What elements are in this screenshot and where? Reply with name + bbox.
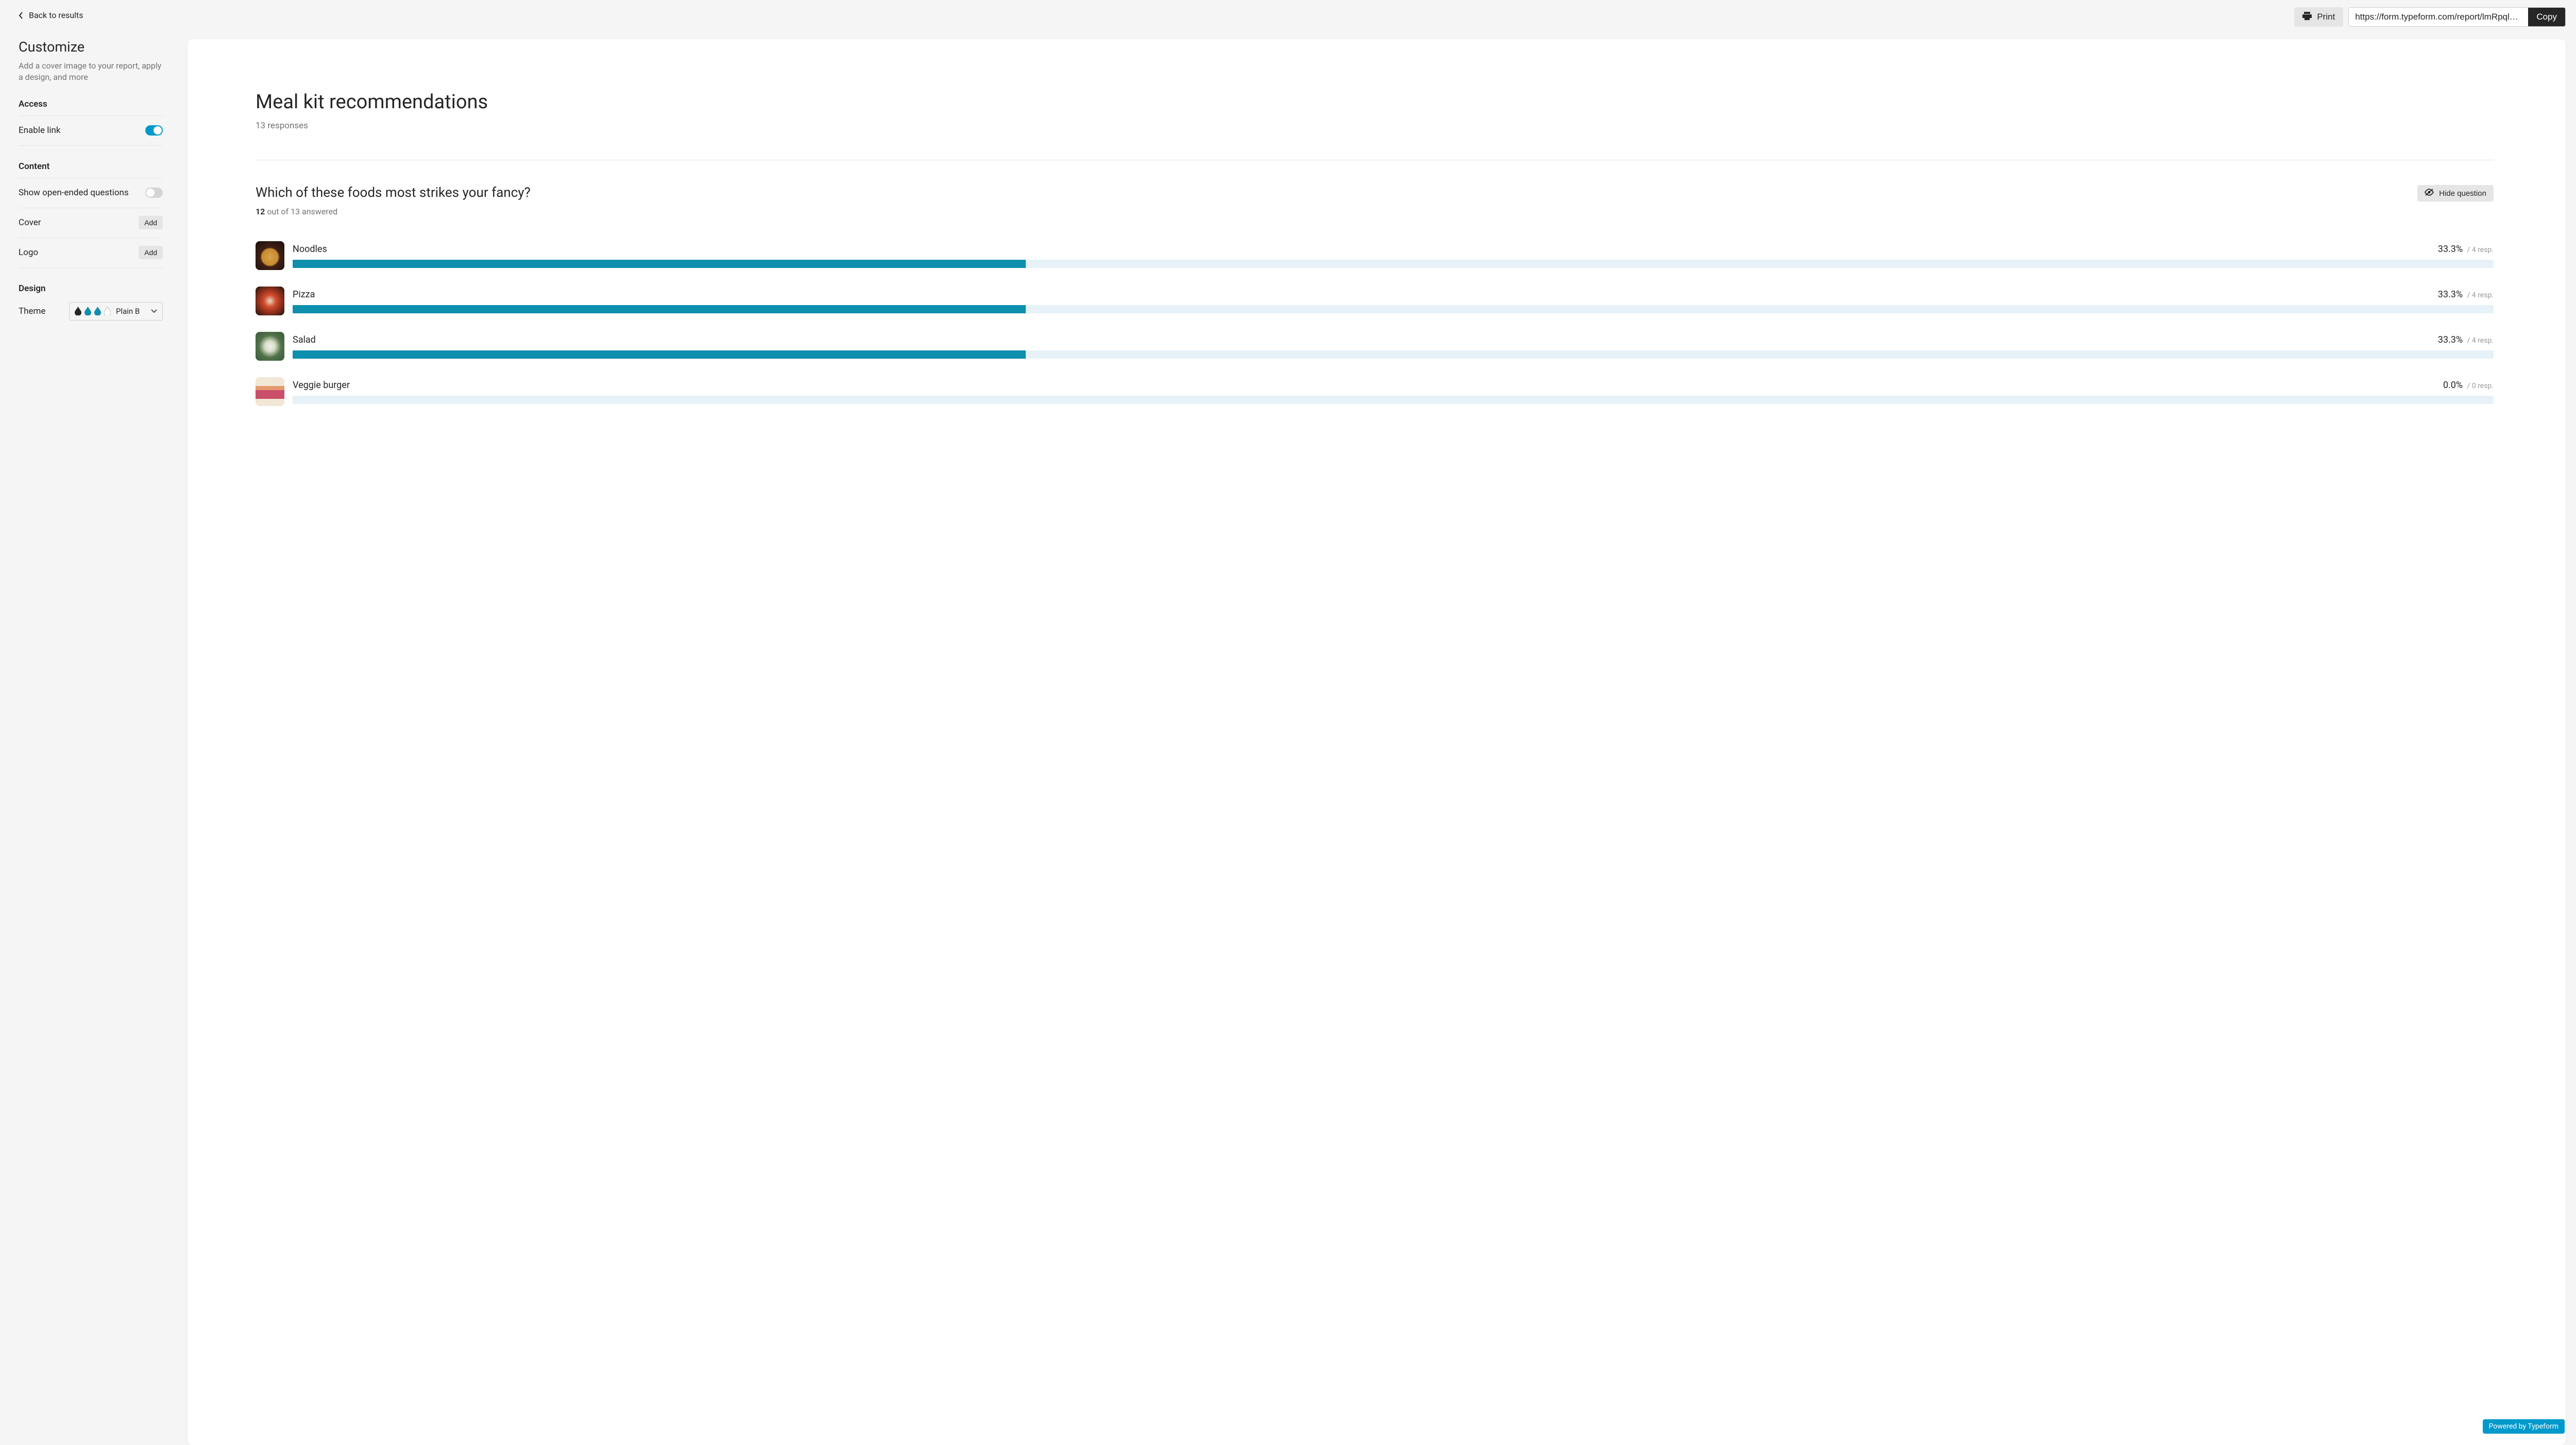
share-url-box: Copy: [2348, 7, 2566, 27]
bar-track: [293, 305, 2494, 313]
answer-resp: / 4 resp.: [2467, 246, 2494, 254]
chevron-left-icon: [19, 12, 24, 19]
open-ended-label: Show open-ended questions: [19, 188, 129, 198]
report-card: Meal kit recommendations 13 responses Wh…: [188, 39, 2566, 1445]
option-logo: Logo Add: [19, 238, 163, 268]
copy-button[interactable]: Copy: [2528, 8, 2565, 26]
open-ended-toggle[interactable]: [145, 188, 163, 198]
question-header: Which of these foods most strikes your f…: [256, 185, 2494, 201]
answer-body: Noodles 33.3% / 4 resp.: [293, 244, 2494, 268]
report-responses: 13 responses: [256, 121, 2494, 131]
answer-resp: / 4 resp.: [2467, 291, 2494, 299]
section-access-title: Access: [19, 99, 163, 116]
hide-question-label: Hide question: [2439, 189, 2486, 198]
section-design-title: Design: [19, 283, 163, 294]
question-title: Which of these foods most strikes your f…: [256, 185, 531, 200]
theme-selected-name: Plain B: [116, 307, 148, 316]
answer-body: Pizza 33.3% / 4 resp.: [293, 289, 2494, 313]
hide-question-button[interactable]: Hide question: [2417, 185, 2494, 201]
section-content-title: Content: [19, 161, 163, 178]
back-label: Back to results: [29, 10, 83, 20]
powered-by-badge[interactable]: Powered by Typeform: [2483, 1419, 2565, 1434]
answer-body: Salad 33.3% / 4 resp.: [293, 334, 2494, 359]
answer-label: Veggie burger: [293, 380, 350, 391]
report-title: Meal kit recommendations: [256, 91, 2494, 113]
theme-swatches: [75, 307, 111, 315]
print-label: Print: [2317, 12, 2335, 22]
theme-label: Theme: [19, 306, 45, 316]
question-answered-count: 12: [256, 207, 265, 216]
answer-pct: 33.3%: [2438, 289, 2463, 300]
option-cover: Cover Add: [19, 208, 163, 238]
answer-thumbnail: [256, 287, 284, 315]
eye-off-icon: [2425, 189, 2434, 198]
sidebar: Back to results Customize Add a cover im…: [0, 0, 181, 1445]
answer-pct: 33.3%: [2438, 244, 2463, 255]
bar-fill: [293, 350, 1026, 359]
toolbar: Print Copy: [188, 7, 2566, 27]
bar-track: [293, 350, 2494, 359]
enable-link-toggle[interactable]: [145, 125, 163, 136]
customize-subtitle: Add a cover image to your report, apply …: [19, 60, 163, 83]
drop-icon: [75, 307, 81, 315]
answer-pct: 0.0%: [2443, 380, 2463, 391]
drop-icon: [104, 307, 111, 315]
answer-resp: / 4 resp.: [2467, 337, 2494, 345]
enable-link-label: Enable link: [19, 125, 60, 136]
answer-row: Veggie burger 0.0% / 0 resp.: [256, 377, 2494, 406]
answer-stats: 33.3% / 4 resp.: [2438, 289, 2494, 300]
bar-track: [293, 260, 2494, 268]
answer-thumbnail: [256, 332, 284, 361]
cover-label: Cover: [19, 217, 41, 228]
bar-fill: [293, 260, 1026, 268]
answer-row: Salad 33.3% / 4 resp.: [256, 332, 2494, 361]
answer-label: Noodles: [293, 244, 327, 255]
option-theme: Theme Plain B: [19, 294, 163, 321]
answer-stats: 33.3% / 4 resp.: [2438, 244, 2494, 255]
theme-select[interactable]: Plain B: [69, 302, 163, 321]
back-link[interactable]: Back to results: [19, 10, 83, 20]
customize-title: Customize: [19, 39, 163, 55]
answer-label: Pizza: [293, 289, 315, 300]
logo-add-button[interactable]: Add: [139, 246, 163, 259]
answer-row: Noodles 33.3% / 4 resp.: [256, 241, 2494, 270]
answer-row: Pizza 33.3% / 4 resp.: [256, 287, 2494, 315]
bar-fill: [293, 305, 1026, 313]
print-icon: [2302, 12, 2312, 23]
answer-stats: 33.3% / 4 resp.: [2438, 334, 2494, 345]
answer-pct: 33.3%: [2438, 334, 2463, 345]
answer-thumbnail: [256, 241, 284, 270]
print-button[interactable]: Print: [2294, 7, 2343, 27]
cover-add-button[interactable]: Add: [139, 216, 163, 229]
answer-resp: / 0 resp.: [2467, 382, 2494, 390]
option-open-ended: Show open-ended questions: [19, 178, 163, 208]
answer-thumbnail: [256, 377, 284, 406]
answers-list: Noodles 33.3% / 4 resp. Pizza 33.3% / 4 res…: [256, 241, 2494, 406]
chevron-down-icon: [151, 309, 157, 313]
bar-track: [293, 396, 2494, 404]
drop-icon: [94, 307, 101, 315]
logo-label: Logo: [19, 247, 38, 258]
share-url-input[interactable]: [2349, 8, 2528, 26]
question-answered: 12 out of 13 answered: [256, 207, 2494, 216]
answer-stats: 0.0% / 0 resp.: [2443, 380, 2494, 391]
drop-icon: [84, 307, 91, 315]
answer-body: Veggie burger 0.0% / 0 resp.: [293, 380, 2494, 404]
option-enable-link: Enable link: [19, 116, 163, 146]
main: Print Copy Meal kit recommendations 13 r…: [181, 0, 2576, 1445]
answer-label: Salad: [293, 334, 316, 345]
question-answered-rest: out of 13 answered: [265, 207, 337, 216]
